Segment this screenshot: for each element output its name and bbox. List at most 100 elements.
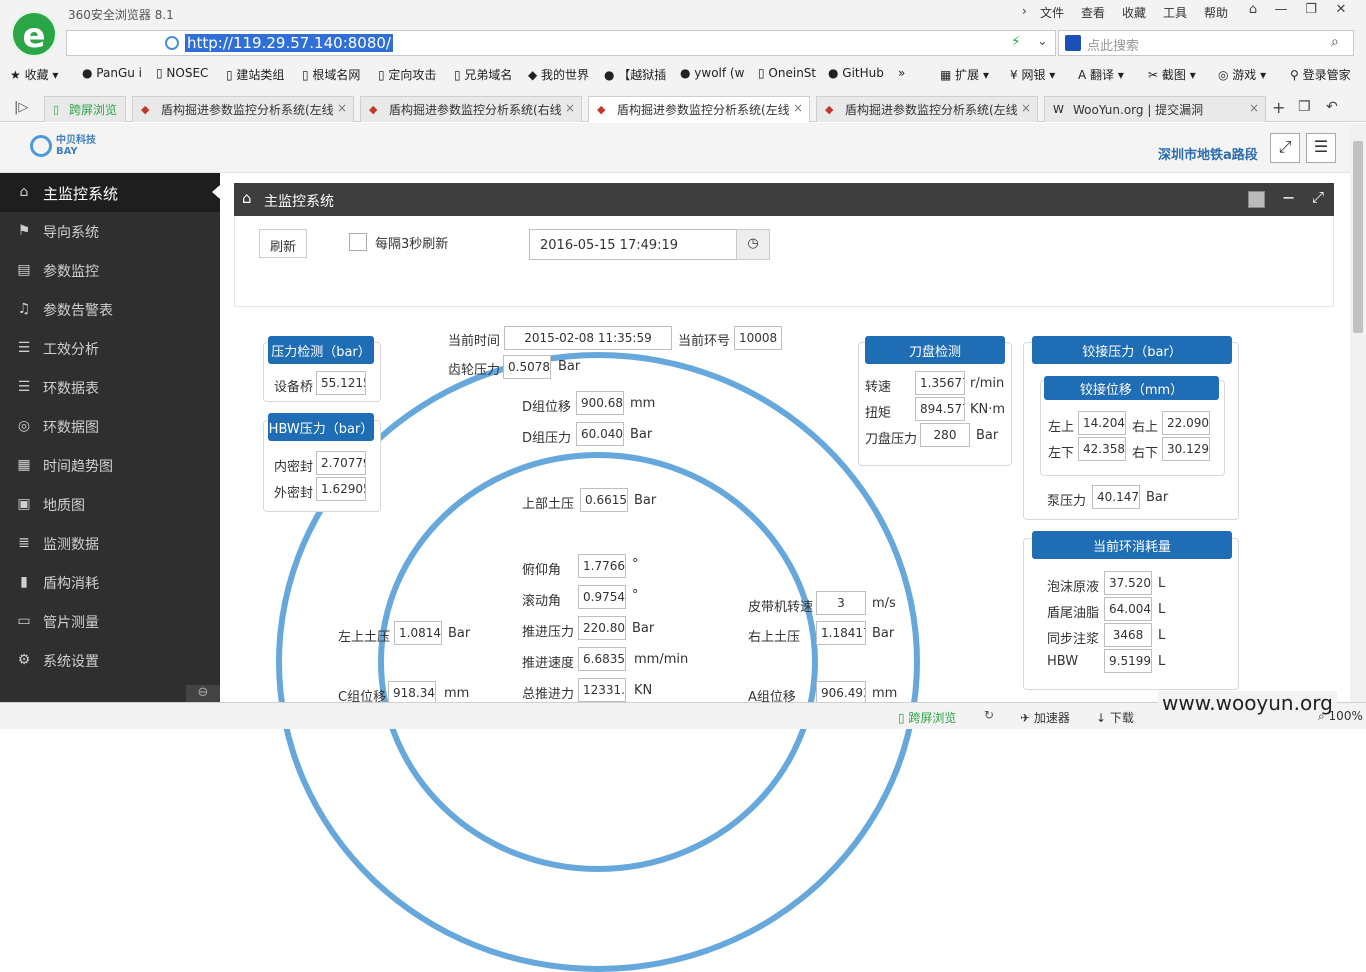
lightning-icon[interactable]: ⚡ (1011, 34, 1021, 50)
skin-icon[interactable]: ⌂ (1240, 2, 1266, 20)
unit-l: L (1158, 576, 1166, 591)
bookmark-item[interactable]: ▯ 建站类组 (226, 66, 284, 83)
browser-chrome: e 360安全浏览器 8.1 › 文件 查看 收藏 工具 帮助 ⌂ — ❐ ✕ … (0, 0, 1366, 122)
bookmark-item[interactable]: ▯ 根域名网 (302, 66, 360, 83)
tab-item-active[interactable]: ◆ 盾构掘进参数监控分析系统(左线 × (588, 96, 810, 122)
hbw-pressure-title: HBW压力（bar） (268, 413, 374, 441)
menu-file[interactable]: 文件 (1040, 4, 1064, 21)
scrollbar-thumb[interactable] (1353, 141, 1363, 333)
bookmark-item[interactable]: ▯ 兄弟域名 (454, 66, 512, 83)
unit-mm: mm (444, 686, 470, 701)
sidebar-item-geology[interactable]: ▣ 地质图 (0, 485, 220, 524)
search-placeholder[interactable]: 点此搜索 (1087, 35, 1139, 54)
collapse-sidebar-icon[interactable]: ⊖ (186, 685, 220, 702)
hinge-pressure-title: 铰接压力（bar） (1032, 336, 1232, 364)
sidebar-item-efficiency[interactable]: ☰ 工效分析 (0, 329, 220, 368)
toolbar-games[interactable]: ◎ 游戏 ▾ (1218, 66, 1266, 83)
sidebar-item-param-monitor[interactable]: ▤ 参数监控 (0, 251, 220, 290)
bookmark-item[interactable]: ● GitHub (828, 66, 884, 80)
status-accelerator[interactable]: ✈ 加速器 (1020, 709, 1070, 726)
hinge-lr-value: 30.1292 (1162, 437, 1210, 461)
menu-view[interactable]: 查看 (1081, 4, 1105, 21)
menu-favorites[interactable]: 收藏 (1122, 4, 1146, 21)
sidebar-item-trend[interactable]: ▦ 时间趋势图 (0, 446, 220, 485)
search-icon[interactable]: ⌕ (1331, 34, 1339, 50)
bookmark-favorites[interactable]: ★ 收藏 ▾ (10, 66, 58, 83)
bookmark-item[interactable]: ▯ OneinSt (758, 66, 816, 80)
sidebar-item-guidance[interactable]: ⚑ 导向系统 (0, 212, 220, 251)
bookmark-item[interactable]: ● ywolf (w (680, 66, 744, 80)
undo-icon[interactable]: ↶ (1326, 99, 1338, 115)
sidebar-item-ring-chart[interactable]: ◎ 环数据图 (0, 407, 220, 446)
tab-close-icon[interactable]: × (1249, 101, 1259, 115)
tab-item[interactable]: ◆ 盾构掘进参数监控分析系统(右线 × (360, 96, 582, 122)
fullscreen-button[interactable]: ⤢ (1270, 133, 1300, 163)
search-engine-icon[interactable] (1065, 35, 1081, 51)
menu-tools[interactable]: 工具 (1163, 4, 1187, 21)
menu-help[interactable]: 帮助 (1204, 4, 1228, 21)
toolbar-extensions[interactable]: ▦ 扩展 ▾ (940, 66, 989, 83)
tab-close-icon[interactable]: × (793, 101, 803, 115)
sidebar-item-main-monitor[interactable]: ⌂ 主监控系统 (0, 173, 220, 212)
datetime-input[interactable]: 2016-05-15 17:49:19 (529, 229, 737, 260)
sidebar-item-settings[interactable]: ⚙ 系统设置 (0, 641, 220, 680)
tab-close-icon[interactable]: × (565, 101, 575, 115)
refresh-status-icon[interactable]: ↻ (984, 708, 994, 722)
more-bookmarks-icon[interactable]: » (898, 66, 905, 80)
bookmark-item[interactable]: ▯ NOSEC (156, 66, 208, 80)
status-download[interactable]: ↓ 下载 (1096, 709, 1134, 726)
tab-close-icon[interactable]: × (1021, 101, 1031, 115)
tab-strip: |▷ ▯ 跨屏浏览 ◆ 盾构掘进参数监控分析系统(左线 × ◆ 盾构掘进参数监控分析系统… (0, 94, 1366, 122)
toolbar-translate[interactable]: A 翻译 ▾ (1078, 66, 1124, 83)
tab-item[interactable]: ◆ 盾构掘进参数监控分析系统(左线 × (816, 96, 1038, 122)
minimize-icon[interactable]: — (1268, 2, 1294, 20)
gear-pressure-label: 齿轮压力 (448, 363, 501, 378)
toolbar-bank[interactable]: ¥ 网银 ▾ (1010, 66, 1055, 83)
scrollbar[interactable] (1350, 123, 1366, 702)
panel-color-icon[interactable] (1248, 191, 1265, 208)
tab-item[interactable]: ◆ 盾构掘进参数监控分析系统(左线 × (132, 96, 354, 122)
maximize-icon[interactable]: ❐ (1298, 2, 1324, 20)
refresh-button[interactable]: 刷新 (259, 229, 307, 258)
sidebar-item-monitor-data[interactable]: ≣ 监测数据 (0, 524, 220, 563)
new-tab-icon[interactable]: + (1272, 98, 1285, 117)
status-zoom[interactable]: ⌕ 100% (1318, 709, 1363, 724)
bookmark-item[interactable]: ● PanGu i (82, 66, 142, 80)
sidebar-item-ring-table[interactable]: ☰ 环数据表 (0, 368, 220, 407)
tab-item[interactable]: W WooYun.org | 提交漏洞 × (1044, 96, 1266, 122)
auto-refresh-checkbox[interactable] (349, 233, 367, 251)
toolbar-login-manager[interactable]: ⚲ 登录管家 (1290, 66, 1351, 83)
panel-expand-icon[interactable]: ⤢ (1312, 188, 1324, 206)
chevron-down-icon[interactable]: ⌄ (1037, 34, 1048, 49)
sidebar-item-consumption[interactable]: ▮ 盾构消耗 (0, 563, 220, 602)
pump-pressure-value: 40.1475 (1092, 485, 1140, 509)
bookmark-item[interactable]: ● 【越狱插 (604, 66, 666, 83)
list-icon: ▤ (17, 262, 31, 278)
tab-list-icon[interactable]: ❐ (1298, 99, 1311, 115)
status-bar: ▯ 跨屏浏览 ↻ ✈ 加速器 ↓ 下载 www.wooyun.org ⌕ 100… (0, 691, 1366, 729)
device-bridge-value: 55.1215 (316, 371, 366, 395)
address-bar[interactable]: http://119.29.57.140:8080/ ⚡ ⌄ (66, 30, 1056, 56)
database-icon: ≣ (18, 535, 30, 551)
tab-cross-screen[interactable]: ▯ 跨屏浏览 (44, 96, 126, 122)
search-box[interactable]: 点此搜索 ⌕ (1058, 30, 1354, 56)
pressure-detect-title: 压力检测（bar） (268, 336, 374, 364)
bookmark-item[interactable]: ▯ 定向攻击 (378, 66, 436, 83)
chevron-right-icon[interactable]: › (1022, 4, 1027, 18)
sidebar-item-alarm[interactable]: ♫ 参数告警表 (0, 290, 220, 329)
unit-bar: Bar (558, 359, 581, 374)
unit-bar: Bar (1146, 490, 1169, 505)
belt-speed-label: 皮带机转速 (748, 600, 814, 615)
panel-minimize-icon[interactable]: − (1282, 188, 1295, 207)
tab-close-icon[interactable]: × (337, 101, 347, 115)
sidebar-item-segment[interactable]: ▭ 管片测量 (0, 602, 220, 641)
toolbar-screenshot[interactable]: ✂ 截图 ▾ (1148, 66, 1196, 83)
close-icon[interactable]: ✕ (1328, 2, 1354, 20)
sidebar-toggle-icon[interactable]: |▷ (14, 100, 28, 115)
clock-icon[interactable]: ◷ (736, 229, 770, 260)
menu-button[interactable]: ☰ (1306, 133, 1336, 163)
bookmark-item[interactable]: ◆ 我的世界 (528, 66, 589, 83)
unit-bar: Bar (976, 428, 999, 443)
url-text[interactable]: http://119.29.57.140:8080/ (185, 34, 393, 52)
status-cross-screen[interactable]: ▯ 跨屏浏览 (898, 709, 956, 726)
